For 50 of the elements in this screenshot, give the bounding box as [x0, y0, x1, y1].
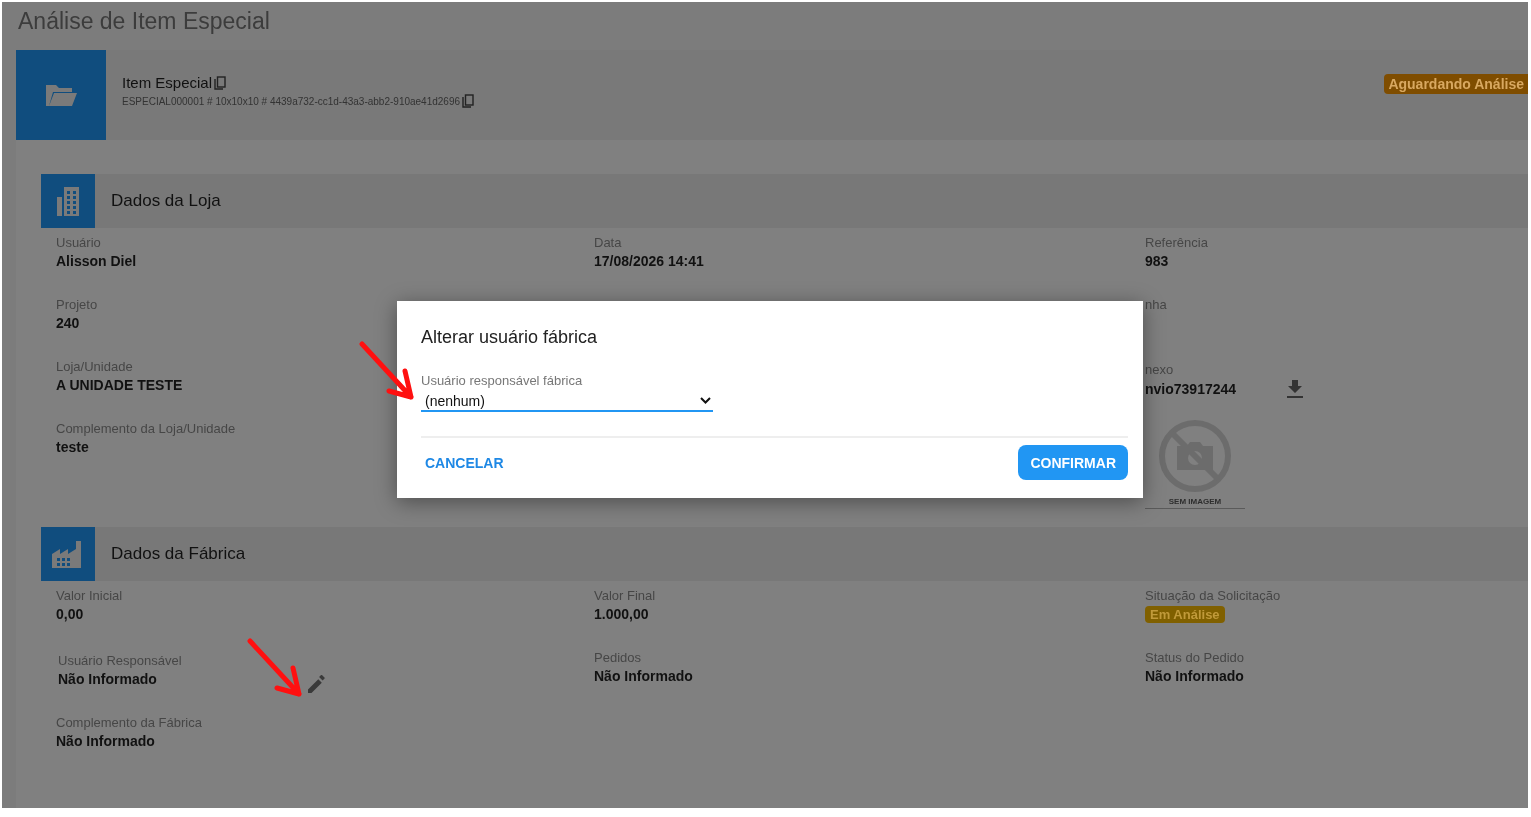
section-title: Dados da Loja [111, 191, 221, 211]
field-value: Não Informado [594, 668, 693, 684]
confirm-button[interactable]: CONFIRMAR [1018, 445, 1128, 480]
field-value: Não Informado [58, 671, 157, 687]
item-code: ESPECIAL000001 # 10x10x10 # 4439a732-cc1d-43a3-abb2-910ae41d2696 [122, 95, 461, 107]
field-value: 983 [1145, 253, 1169, 269]
field-label: Referência [1145, 235, 1208, 250]
field-value: 0,00 [56, 606, 84, 622]
field-value: teste [56, 439, 89, 455]
dialog-title: Alterar usuário fábrica [421, 327, 599, 348]
field-label: Status do Pedido [1145, 650, 1245, 665]
annotation-arrow [359, 341, 417, 403]
field-value: 240 [56, 315, 80, 331]
section-title: Dados da Fábrica [111, 544, 246, 564]
field-label: Complemento da Loja/Unidade [56, 421, 236, 436]
page-title: Análise de Item Especial [18, 8, 271, 36]
field-value: 17/08/2026 14:41 [594, 253, 704, 269]
field-value: Não Informado [56, 733, 155, 749]
field-value: A UNIDADE TESTE [56, 377, 183, 393]
field-label: Loja/Unidade [56, 359, 133, 374]
field-value: Alisson Diel [56, 253, 137, 269]
annotation-arrow [247, 638, 305, 700]
folder-icon [44, 82, 78, 108]
item-title: Item Especial [122, 74, 213, 91]
field-label: Complemento da Fábrica [56, 715, 202, 730]
copy-icon[interactable] [462, 94, 475, 108]
copy-icon[interactable] [214, 75, 227, 90]
chevron-down-icon [700, 397, 711, 405]
field-label: Situação da Solicitação [1145, 588, 1281, 603]
field-label: Data [594, 235, 622, 250]
attachment-name: nvio73917244 [1145, 381, 1237, 397]
field-label: Valor Final [594, 588, 656, 603]
field-label: Projeto [56, 297, 98, 312]
cancel-button[interactable]: CANCELAR [421, 445, 508, 480]
image-caption: SEM IMAGEM [1168, 496, 1222, 508]
field-label: Usuário Responsável [58, 653, 182, 668]
field-label: Valor Inicial [56, 588, 123, 603]
status-badge: Aguardando Análise [1384, 74, 1528, 94]
field-label: Pedidos [594, 650, 641, 665]
select-label: Usuário responsável fábrica [421, 373, 584, 388]
edit-icon[interactable] [308, 675, 326, 693]
user-select[interactable]: (nenhum) [421, 392, 713, 412]
field-label: nha [1145, 297, 1167, 312]
status-badge: Em Análise [1145, 606, 1225, 623]
building-icon [55, 185, 81, 217]
download-icon[interactable] [1287, 380, 1303, 398]
field-value: 1.000,00 [594, 606, 649, 622]
field-value: Não Informado [1145, 668, 1244, 684]
field-label: Usuário [56, 235, 101, 250]
field-label: nexo [1145, 362, 1174, 377]
